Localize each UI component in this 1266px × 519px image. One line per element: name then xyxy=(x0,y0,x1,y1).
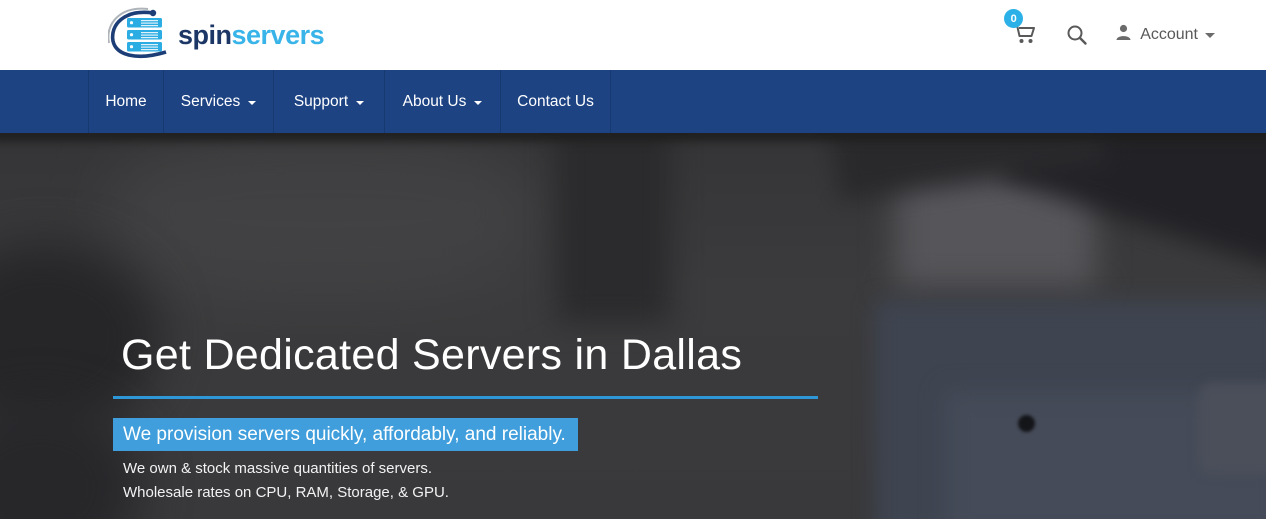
account-menu[interactable]: Account xyxy=(1114,23,1215,47)
nav-item-contact-us[interactable]: Contact Us xyxy=(500,70,611,133)
cart-button[interactable]: 0 xyxy=(1012,20,1038,50)
nav-label: Home xyxy=(105,93,146,111)
hero-title: Get Dedicated Servers in Dallas xyxy=(121,331,742,380)
chevron-down-icon xyxy=(474,101,482,105)
hero-subtext-line2: Wholesale rates on CPU, RAM, Storage, & … xyxy=(123,484,449,501)
logo-text-servers: servers xyxy=(232,20,325,50)
account-label: Account xyxy=(1140,26,1198,44)
logo[interactable]: spinservers xyxy=(108,10,324,60)
cart-icon xyxy=(1012,33,1038,50)
hero-bg-shape xyxy=(1018,415,1035,432)
search-icon xyxy=(1066,33,1088,50)
main-nav: Home Services Support About Us Contact U… xyxy=(0,70,1266,133)
nav-label: Services xyxy=(181,93,240,111)
title-underline xyxy=(113,396,818,399)
nav-label: Support xyxy=(294,93,348,111)
nav-label: About Us xyxy=(403,93,467,111)
hero-subtext-line1: We own & stock massive quantities of ser… xyxy=(123,460,432,477)
logo-text-spin: spin xyxy=(178,20,232,50)
chevron-down-icon xyxy=(356,101,364,105)
hero-bg-shape xyxy=(0,133,1266,141)
logo-wordmark: spinservers xyxy=(178,22,324,49)
user-icon xyxy=(1114,23,1133,47)
nav-item-support[interactable]: Support xyxy=(273,70,384,133)
chevron-down-icon xyxy=(1205,33,1215,38)
hero-banner: Get Dedicated Servers in Dallas We provi… xyxy=(0,133,1266,519)
nav-item-services[interactable]: Services xyxy=(163,70,273,133)
chevron-down-icon xyxy=(248,101,256,105)
hero-highlight-banner: We provision servers quickly, affordably… xyxy=(113,418,578,451)
hero-bg-shape xyxy=(110,133,540,293)
hero-bg-shape xyxy=(1198,383,1266,475)
search-button[interactable] xyxy=(1066,24,1088,46)
header-actions: 0 xyxy=(1012,0,1215,70)
nav-item-home[interactable]: Home xyxy=(88,70,163,133)
nav-label: Contact Us xyxy=(517,93,594,111)
logo-server-stack-icon xyxy=(108,7,172,64)
nav-item-about-us[interactable]: About Us xyxy=(384,70,500,133)
page: spinservers 0 xyxy=(0,0,1266,519)
hero-bg-shape xyxy=(556,133,671,323)
top-header: spinservers 0 xyxy=(0,0,1266,70)
